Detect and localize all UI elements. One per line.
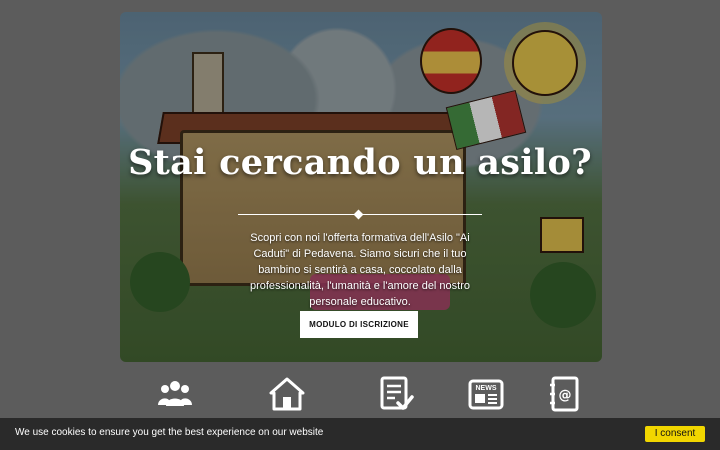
document-check-icon[interactable] — [378, 376, 414, 412]
home-icon[interactable] — [269, 376, 305, 412]
small-house-illustration — [540, 217, 584, 253]
news-icon[interactable]: NEWS — [468, 376, 504, 412]
hero-description: Scopri con noi l'offerta formativa dell'… — [249, 232, 471, 308]
sun-illustration — [512, 30, 578, 96]
enrollment-form-button[interactable]: MODULO DI ISCRIZIONE — [300, 311, 418, 338]
tree-illustration — [530, 262, 596, 328]
cookie-consent-button[interactable]: I consent — [645, 426, 705, 442]
svg-text:@: @ — [559, 388, 572, 403]
tree-illustration — [130, 252, 190, 312]
contact-book-icon[interactable]: @ — [546, 376, 582, 412]
cookie-consent-bar: We use cookies to ensure you get the bes… — [0, 418, 720, 450]
feature-icon-row: NEWS @ — [0, 376, 720, 416]
users-group-icon[interactable] — [157, 376, 193, 412]
svg-text:NEWS: NEWS — [476, 385, 497, 392]
hero-title: Stai cercando un asilo? — [128, 142, 592, 183]
cookie-message: We use cookies to ensure you get the bes… — [15, 427, 324, 438]
hot-air-balloon-illustration — [420, 28, 482, 94]
